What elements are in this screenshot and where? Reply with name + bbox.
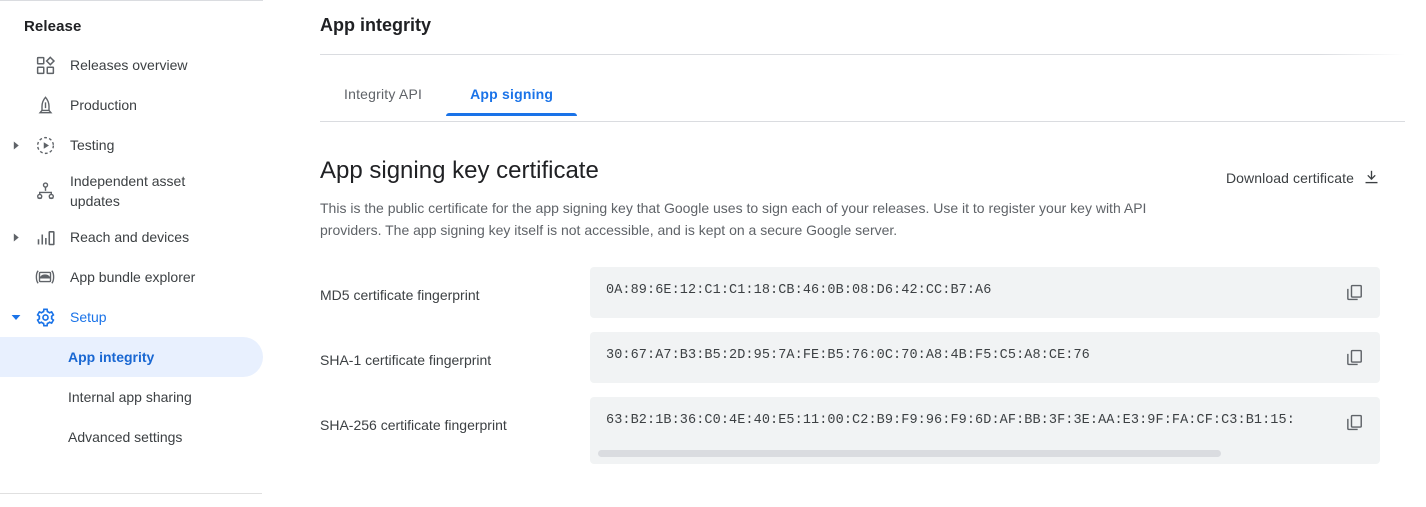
tab-integrity-api[interactable]: Integrity API: [320, 78, 446, 116]
sidebar-item-label: Setup: [62, 307, 107, 327]
fingerprint-field: 0A:89:6E:12:C1:C1:18:CB:46:0B:08:D6:42:C…: [590, 267, 1380, 318]
sidebar-item-label: App bundle explorer: [62, 267, 195, 287]
app-root: Release Releases overview: [0, 0, 1426, 507]
sidebar: Release Releases overview: [0, 0, 263, 507]
sidebar-item-internal-app-sharing[interactable]: Internal app sharing: [0, 377, 263, 417]
download-icon: [1363, 169, 1380, 186]
download-certificate-button[interactable]: Download certificate: [1226, 155, 1405, 186]
copy-button[interactable]: [1328, 332, 1380, 383]
copy-button[interactable]: [1328, 267, 1380, 318]
sidebar-item-production[interactable]: Production: [0, 85, 263, 125]
bar-chart-icon: [28, 227, 62, 248]
copy-icon: [1345, 348, 1364, 367]
section-description: This is the public certificate for the a…: [320, 197, 1185, 241]
horizontal-scrollbar[interactable]: [598, 450, 1372, 457]
fingerprint-label: MD5 certificate fingerprint: [320, 267, 590, 305]
sidebar-subitem-label: Advanced settings: [68, 427, 182, 447]
main-content: App integrity Integrity API App signing …: [263, 0, 1426, 507]
sidebar-item-releases-overview[interactable]: Releases overview: [0, 45, 263, 85]
sidebar-top-divider: [0, 0, 263, 1]
play-circle-dashed-icon: [28, 135, 62, 156]
sidebar-item-label: Releases overview: [62, 55, 188, 75]
fingerprint-row-md5: MD5 certificate fingerprint 0A:89:6E:12:…: [320, 267, 1405, 318]
chevron-right-icon[interactable]: [4, 141, 28, 150]
sidebar-item-app-bundle-explorer[interactable]: App bundle explorer: [0, 257, 263, 297]
fingerprint-row-sha1: SHA-1 certificate fingerprint 30:67:A7:B…: [320, 332, 1405, 383]
copy-icon: [1345, 413, 1364, 432]
sidebar-item-app-integrity[interactable]: App integrity: [0, 337, 263, 377]
rocket-icon: [28, 95, 62, 116]
header-divider: [320, 54, 1405, 55]
gear-icon: [28, 307, 62, 328]
fingerprint-value: 63:B2:1B:36:C0:4E:40:E5:11:00:C2:B9:F9:9…: [606, 413, 1318, 428]
copy-button[interactable]: [1328, 397, 1380, 448]
sidebar-item-setup[interactable]: Setup: [0, 297, 263, 337]
sidebar-bottom-divider: [0, 493, 262, 494]
fingerprint-value: 0A:89:6E:12:C1:C1:18:CB:46:0B:08:D6:42:C…: [606, 283, 1328, 298]
sidebar-item-advanced-settings[interactable]: Advanced settings: [0, 417, 263, 457]
fingerprint-value: 30:67:A7:B3:B5:2D:95:7A:FE:B5:76:0C:70:A…: [606, 348, 1328, 363]
copy-icon: [1345, 283, 1364, 302]
sidebar-item-label: Testing: [62, 135, 114, 155]
chevron-down-icon[interactable]: [4, 312, 28, 322]
sidebar-item-testing[interactable]: Testing: [0, 125, 263, 165]
android-bundle-icon: [28, 266, 62, 288]
fingerprint-value-wrap: 30:67:A7:B3:B5:2D:95:7A:FE:B5:76:0C:70:A…: [590, 332, 1328, 379]
fingerprint-label: SHA-256 certificate fingerprint: [320, 397, 590, 435]
fingerprint-table: MD5 certificate fingerprint 0A:89:6E:12:…: [320, 267, 1405, 464]
fingerprint-value-wrap[interactable]: 63:B2:1B:36:C0:4E:40:E5:11:00:C2:B9:F9:9…: [590, 397, 1328, 444]
fingerprint-value-wrap: 0A:89:6E:12:C1:C1:18:CB:46:0B:08:D6:42:C…: [590, 267, 1328, 314]
scrollbar-thumb[interactable]: [598, 450, 1221, 457]
page-title: App integrity: [263, 0, 1426, 38]
section-header: App signing key certificate Download cer…: [320, 155, 1405, 187]
sidebar-item-label: Production: [62, 95, 137, 115]
fingerprint-row-sha256: SHA-256 certificate fingerprint 63:B2:1B…: [320, 397, 1405, 464]
section-title: App signing key certificate: [320, 155, 599, 187]
sidebar-item-label: Reach and devices: [62, 227, 189, 247]
fingerprint-field: 63:B2:1B:36:C0:4E:40:E5:11:00:C2:B9:F9:9…: [590, 397, 1380, 464]
sidebar-item-reach-and-devices[interactable]: Reach and devices: [0, 217, 263, 257]
sidebar-subitem-label: Internal app sharing: [68, 387, 192, 407]
download-certificate-label: Download certificate: [1226, 170, 1354, 186]
tab-bar: Integrity API App signing: [320, 78, 577, 116]
sidebar-item-label: Independent asset updates: [62, 171, 237, 211]
tab-app-signing[interactable]: App signing: [446, 78, 577, 116]
app-signing-section: App signing key certificate Download cer…: [320, 155, 1405, 478]
chevron-right-icon[interactable]: [4, 233, 28, 242]
sidebar-subitem-label: App integrity: [68, 347, 154, 367]
sidebar-section-title: Release: [0, 0, 263, 45]
fingerprint-field: 30:67:A7:B3:B5:2D:95:7A:FE:B5:76:0C:70:A…: [590, 332, 1380, 383]
fingerprint-label: SHA-1 certificate fingerprint: [320, 332, 590, 370]
dashboard-grid-icon: [28, 55, 62, 76]
sidebar-item-independent-asset-updates[interactable]: Independent asset updates: [0, 165, 263, 217]
asset-hierarchy-icon: [28, 181, 62, 202]
tab-bar-divider: [320, 121, 1405, 122]
